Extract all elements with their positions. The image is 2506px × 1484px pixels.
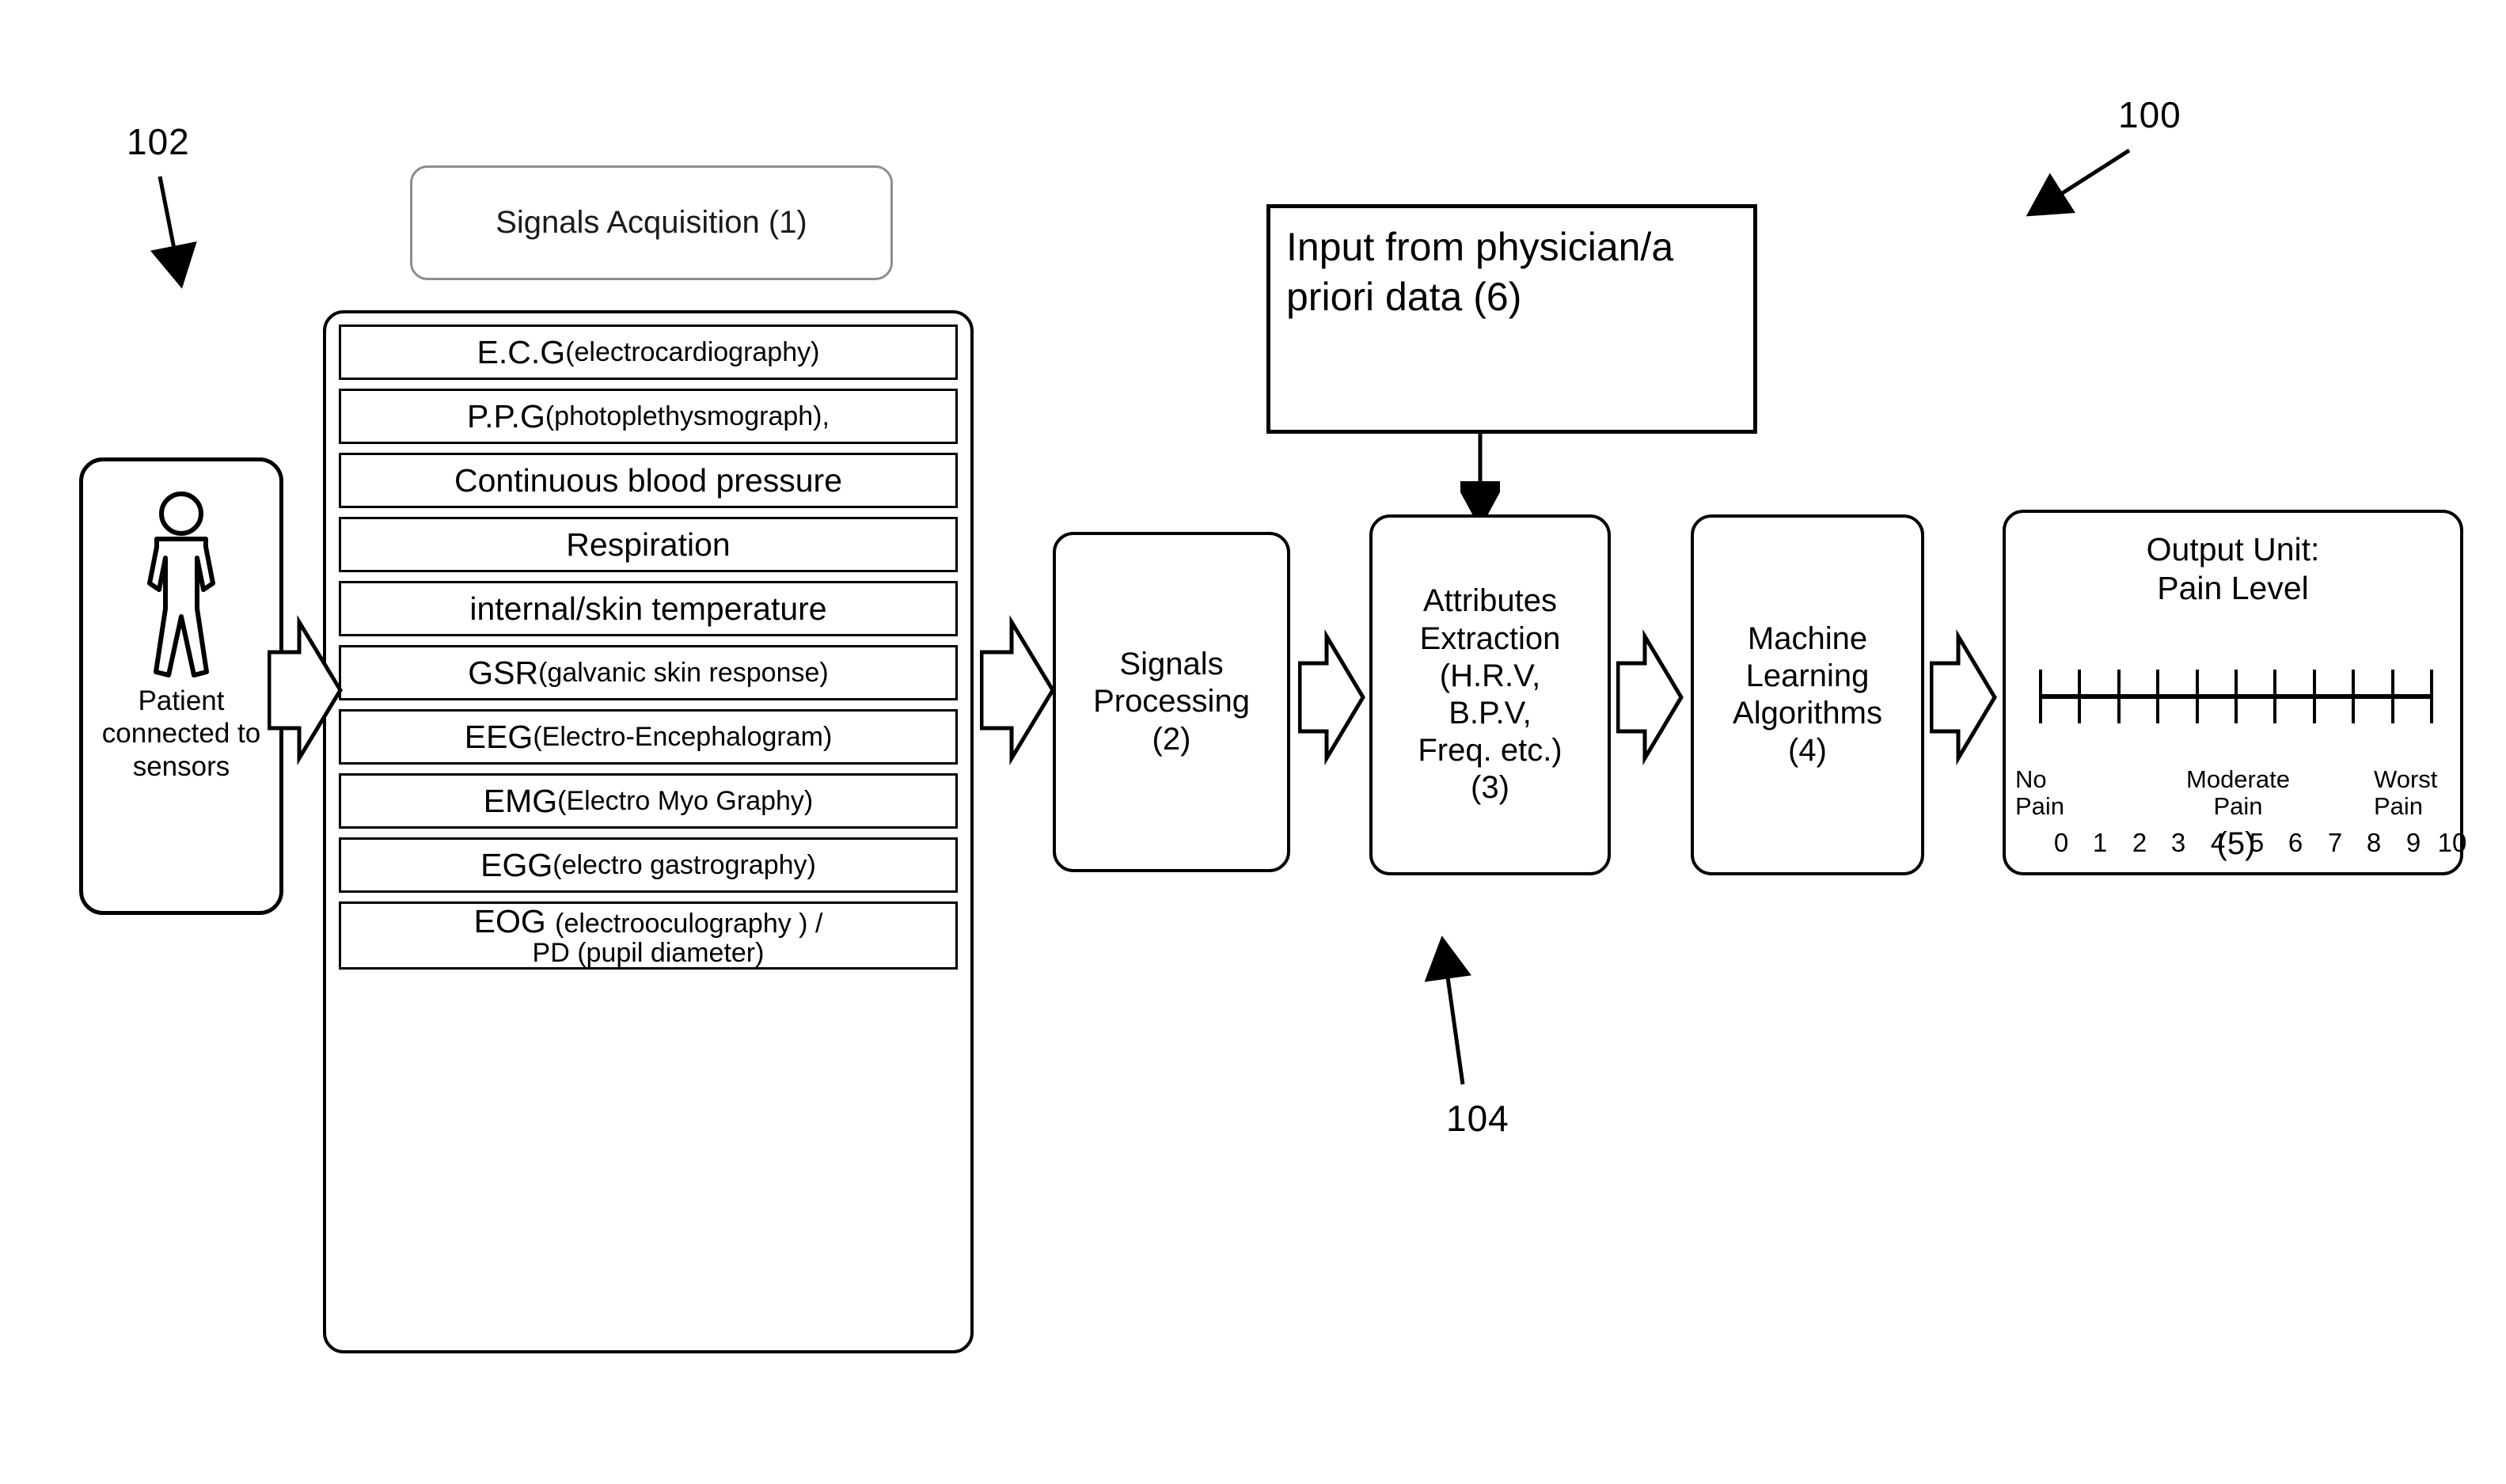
physician-input-label: Input from physician/a priori data (6) — [1286, 225, 1674, 319]
signal-abbr: EMG — [483, 782, 558, 819]
pain-scale-ruler-icon — [2039, 670, 2433, 723]
signal-item-temperature: internal/skin temperature — [339, 581, 958, 636]
signal-full: (galvanic skin response) — [538, 657, 829, 688]
signal-abbr: internal/skin temperature — [469, 590, 827, 627]
arrow-signals-to-processing-icon — [980, 615, 1055, 765]
scale-anchor-worst-pain: Worst Pain — [2374, 765, 2438, 821]
signals-acquisition-list: E.C.G (electrocardiography) P.P.G (photo… — [323, 310, 974, 1353]
signal-item-eog-pd: EOG (electrooculography ) / PD (pupil di… — [339, 901, 958, 970]
signal-full-line2: (pupil diameter) — [577, 937, 765, 968]
signal-full: (Electro-Encephalogram) — [533, 721, 833, 752]
signal-full: (electrocardiography) — [565, 336, 820, 367]
figure-canvas: 102 100 104 Signals Acquisition (1) E.C.… — [0, 0, 2506, 1484]
output-unit-tag: (5) — [2216, 826, 2256, 861]
signal-item-respiration: Respiration — [339, 517, 958, 572]
machine-learning-box: Machine Learning Algorithms (4) — [1691, 514, 1924, 875]
signal-item-gsr: GSR (galvanic skin response) — [339, 645, 958, 700]
arrow-processing-to-attributes-icon — [1298, 628, 1365, 766]
signal-item-emg: EMG (Electro Myo Graphy) — [339, 773, 958, 829]
physician-input-box: Input from physician/a priori data (6) — [1266, 204, 1757, 434]
machine-learning-label: Machine Learning Algorithms (4) — [1733, 621, 1882, 769]
reference-leader-100-icon — [2026, 148, 2131, 217]
signal-item-eeg: EEG (Electro-Encephalogram) — [339, 709, 958, 765]
signal-item-ppg: P.P.G (photoplethysmograph), — [339, 389, 958, 444]
signal-abbr: EEG — [464, 718, 533, 755]
signal-full: (photoplethysmograph), — [545, 400, 830, 431]
signals-processing-label: Signals Processing (2) — [1093, 647, 1250, 757]
output-unit-title: Output Unit: Pain Level — [2146, 531, 2320, 607]
reference-leader-102-icon — [150, 176, 197, 289]
signal-abbr: Continuous blood pressure — [454, 461, 843, 499]
arrow-attributes-to-ml-icon — [1616, 628, 1684, 766]
scale-anchor-no-pain: No Pain — [2015, 765, 2065, 821]
signals-processing-box: Signals Processing (2) — [1053, 532, 1290, 872]
arrow-patient-to-signals-icon — [268, 615, 343, 765]
reference-numeral-104: 104 — [1446, 1098, 1509, 1139]
signal-item-ecg: E.C.G (electrocardiography) — [339, 325, 958, 380]
pain-scale-ruler — [2026, 657, 2446, 736]
scale-anchor-moderate-pain: Moderate Pain — [2186, 765, 2290, 821]
patient-box: Patient connected to sensors — [79, 457, 283, 915]
patient-box-label: Patient connected to sensors — [101, 685, 261, 782]
signal-abbr-line1: EOG — [473, 902, 556, 939]
attributes-extraction-box: Attributes Extraction (H.R.V, B.P.V, Fre… — [1369, 514, 1611, 875]
signal-abbr: P.P.G — [467, 397, 545, 435]
signal-abbr: EGG — [480, 846, 553, 883]
reference-numeral-100: 100 — [2118, 94, 2181, 135]
signal-full-line1: (electrooculography ) / — [555, 908, 823, 939]
signal-abbr-line2: PD — [532, 937, 578, 968]
signal-full: (electro gastrography) — [552, 849, 816, 880]
signals-acquisition-header: Signals Acquisition (1) — [410, 165, 893, 280]
patient-figure-icon — [147, 492, 215, 677]
output-unit-box: Output Unit: Pain Level 0 1 2 3 4 5 6 7 … — [2003, 510, 2466, 875]
reference-leader-104-icon — [1424, 936, 1471, 1085]
arrow-ml-to-output-icon — [1930, 628, 1997, 766]
signal-abbr: GSR — [468, 654, 539, 691]
signals-acquisition-header-label: Signals Acquisition (1) — [496, 205, 807, 240]
reference-numeral-102: 102 — [127, 121, 190, 162]
signal-abbr: E.C.G — [477, 333, 566, 370]
signal-item-blood-pressure: Continuous blood pressure — [339, 453, 958, 508]
signal-full: (Electro Myo Graphy) — [557, 785, 814, 816]
signal-abbr: Respiration — [566, 526, 731, 563]
attributes-extraction-label: Attributes Extraction (H.R.V, B.P.V, Fre… — [1418, 583, 1562, 806]
signal-item-egg: EGG (electro gastrography) — [339, 837, 958, 893]
